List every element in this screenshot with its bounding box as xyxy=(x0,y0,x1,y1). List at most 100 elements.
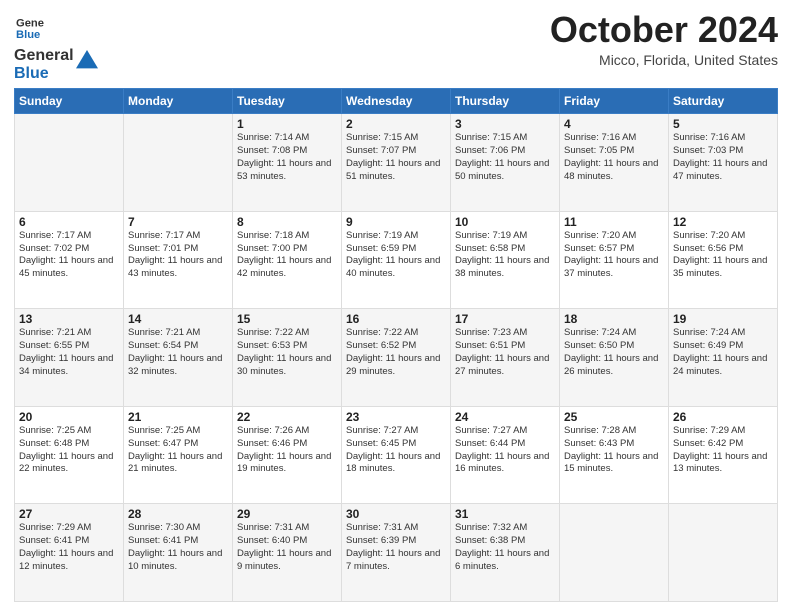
calendar-cell: 23Sunrise: 7:27 AMSunset: 6:45 PMDayligh… xyxy=(342,406,451,504)
weekday-header-sunday: Sunday xyxy=(15,89,124,114)
calendar-header-row: SundayMondayTuesdayWednesdayThursdayFrid… xyxy=(15,89,778,114)
svg-text:General: General xyxy=(16,18,44,30)
day-info: Sunrise: 7:32 AMSunset: 6:38 PMDaylight:… xyxy=(455,522,555,573)
calendar-cell: 12Sunrise: 7:20 AMSunset: 6:56 PMDayligh… xyxy=(669,211,778,309)
calendar-cell: 20Sunrise: 7:25 AMSunset: 6:48 PMDayligh… xyxy=(15,406,124,504)
day-info: Sunrise: 7:20 AMSunset: 6:56 PMDaylight:… xyxy=(673,230,773,281)
day-info: Sunrise: 7:15 AMSunset: 7:06 PMDaylight:… xyxy=(455,132,555,183)
logo-general: General xyxy=(14,47,74,65)
day-number: 7 xyxy=(128,215,228,229)
weekday-header-tuesday: Tuesday xyxy=(233,89,342,114)
day-number: 9 xyxy=(346,215,446,229)
day-number: 26 xyxy=(673,410,773,424)
calendar-cell: 21Sunrise: 7:25 AMSunset: 6:47 PMDayligh… xyxy=(124,406,233,504)
calendar-cell xyxy=(560,504,669,602)
day-info: Sunrise: 7:17 AMSunset: 7:02 PMDaylight:… xyxy=(19,230,119,281)
day-info: Sunrise: 7:16 AMSunset: 7:05 PMDaylight:… xyxy=(564,132,664,183)
calendar-cell: 9Sunrise: 7:19 AMSunset: 6:59 PMDaylight… xyxy=(342,211,451,309)
day-number: 30 xyxy=(346,507,446,521)
day-number: 4 xyxy=(564,117,664,131)
calendar-cell: 6Sunrise: 7:17 AMSunset: 7:02 PMDaylight… xyxy=(15,211,124,309)
calendar-table: SundayMondayTuesdayWednesdayThursdayFrid… xyxy=(14,88,778,602)
calendar-cell xyxy=(15,114,124,212)
calendar-cell: 10Sunrise: 7:19 AMSunset: 6:58 PMDayligh… xyxy=(451,211,560,309)
day-number: 31 xyxy=(455,507,555,521)
day-info: Sunrise: 7:19 AMSunset: 6:59 PMDaylight:… xyxy=(346,230,446,281)
weekday-header-saturday: Saturday xyxy=(669,89,778,114)
day-number: 16 xyxy=(346,312,446,326)
day-number: 22 xyxy=(237,410,337,424)
calendar-cell: 1Sunrise: 7:14 AMSunset: 7:08 PMDaylight… xyxy=(233,114,342,212)
day-info: Sunrise: 7:31 AMSunset: 6:39 PMDaylight:… xyxy=(346,522,446,573)
day-number: 14 xyxy=(128,312,228,326)
day-info: Sunrise: 7:31 AMSunset: 6:40 PMDaylight:… xyxy=(237,522,337,573)
weekday-header-friday: Friday xyxy=(560,89,669,114)
day-number: 13 xyxy=(19,312,119,326)
day-info: Sunrise: 7:26 AMSunset: 6:46 PMDaylight:… xyxy=(237,425,337,476)
day-info: Sunrise: 7:27 AMSunset: 6:45 PMDaylight:… xyxy=(346,425,446,476)
calendar-cell: 27Sunrise: 7:29 AMSunset: 6:41 PMDayligh… xyxy=(15,504,124,602)
day-number: 29 xyxy=(237,507,337,521)
calendar-cell xyxy=(669,504,778,602)
calendar-cell: 15Sunrise: 7:22 AMSunset: 6:53 PMDayligh… xyxy=(233,309,342,407)
calendar-week-row: 27Sunrise: 7:29 AMSunset: 6:41 PMDayligh… xyxy=(15,504,778,602)
calendar-cell: 16Sunrise: 7:22 AMSunset: 6:52 PMDayligh… xyxy=(342,309,451,407)
day-number: 11 xyxy=(564,215,664,229)
calendar-cell xyxy=(124,114,233,212)
day-number: 8 xyxy=(237,215,337,229)
day-number: 18 xyxy=(564,312,664,326)
day-number: 20 xyxy=(19,410,119,424)
day-info: Sunrise: 7:22 AMSunset: 6:52 PMDaylight:… xyxy=(346,327,446,378)
calendar-cell: 14Sunrise: 7:21 AMSunset: 6:54 PMDayligh… xyxy=(124,309,233,407)
day-info: Sunrise: 7:24 AMSunset: 6:50 PMDaylight:… xyxy=(564,327,664,378)
day-number: 2 xyxy=(346,117,446,131)
day-number: 24 xyxy=(455,410,555,424)
day-number: 3 xyxy=(455,117,555,131)
logo-icon: General Blue xyxy=(16,14,44,42)
day-info: Sunrise: 7:21 AMSunset: 6:55 PMDaylight:… xyxy=(19,327,119,378)
calendar-cell: 4Sunrise: 7:16 AMSunset: 7:05 PMDaylight… xyxy=(560,114,669,212)
day-number: 23 xyxy=(346,410,446,424)
calendar-cell: 3Sunrise: 7:15 AMSunset: 7:06 PMDaylight… xyxy=(451,114,560,212)
calendar-cell: 26Sunrise: 7:29 AMSunset: 6:42 PMDayligh… xyxy=(669,406,778,504)
title-block: October 2024 Micco, Florida, United Stat… xyxy=(550,10,778,68)
day-info: Sunrise: 7:22 AMSunset: 6:53 PMDaylight:… xyxy=(237,327,337,378)
day-info: Sunrise: 7:29 AMSunset: 6:42 PMDaylight:… xyxy=(673,425,773,476)
day-number: 5 xyxy=(673,117,773,131)
calendar-cell: 7Sunrise: 7:17 AMSunset: 7:01 PMDaylight… xyxy=(124,211,233,309)
svg-text:Blue: Blue xyxy=(16,29,40,41)
day-info: Sunrise: 7:18 AMSunset: 7:00 PMDaylight:… xyxy=(237,230,337,281)
day-number: 12 xyxy=(673,215,773,229)
day-info: Sunrise: 7:25 AMSunset: 6:48 PMDaylight:… xyxy=(19,425,119,476)
calendar-cell: 22Sunrise: 7:26 AMSunset: 6:46 PMDayligh… xyxy=(233,406,342,504)
month-title: October 2024 xyxy=(550,10,778,50)
day-info: Sunrise: 7:24 AMSunset: 6:49 PMDaylight:… xyxy=(673,327,773,378)
calendar-week-row: 13Sunrise: 7:21 AMSunset: 6:55 PMDayligh… xyxy=(15,309,778,407)
day-number: 27 xyxy=(19,507,119,521)
day-number: 25 xyxy=(564,410,664,424)
day-info: Sunrise: 7:27 AMSunset: 6:44 PMDaylight:… xyxy=(455,425,555,476)
calendar-cell: 11Sunrise: 7:20 AMSunset: 6:57 PMDayligh… xyxy=(560,211,669,309)
calendar-cell: 24Sunrise: 7:27 AMSunset: 6:44 PMDayligh… xyxy=(451,406,560,504)
day-info: Sunrise: 7:21 AMSunset: 6:54 PMDaylight:… xyxy=(128,327,228,378)
day-info: Sunrise: 7:20 AMSunset: 6:57 PMDaylight:… xyxy=(564,230,664,281)
day-number: 1 xyxy=(237,117,337,131)
weekday-header-wednesday: Wednesday xyxy=(342,89,451,114)
day-info: Sunrise: 7:23 AMSunset: 6:51 PMDaylight:… xyxy=(455,327,555,378)
calendar-week-row: 1Sunrise: 7:14 AMSunset: 7:08 PMDaylight… xyxy=(15,114,778,212)
logo-triangle-icon xyxy=(76,50,98,72)
logo-blue: Blue xyxy=(14,65,74,83)
day-number: 6 xyxy=(19,215,119,229)
header: General Blue General Blue October 2024 M… xyxy=(14,10,778,82)
calendar-cell: 19Sunrise: 7:24 AMSunset: 6:49 PMDayligh… xyxy=(669,309,778,407)
day-number: 15 xyxy=(237,312,337,326)
calendar-cell: 29Sunrise: 7:31 AMSunset: 6:40 PMDayligh… xyxy=(233,504,342,602)
day-info: Sunrise: 7:28 AMSunset: 6:43 PMDaylight:… xyxy=(564,425,664,476)
calendar-week-row: 20Sunrise: 7:25 AMSunset: 6:48 PMDayligh… xyxy=(15,406,778,504)
calendar-cell: 25Sunrise: 7:28 AMSunset: 6:43 PMDayligh… xyxy=(560,406,669,504)
day-number: 21 xyxy=(128,410,228,424)
calendar-cell: 30Sunrise: 7:31 AMSunset: 6:39 PMDayligh… xyxy=(342,504,451,602)
day-info: Sunrise: 7:19 AMSunset: 6:58 PMDaylight:… xyxy=(455,230,555,281)
day-info: Sunrise: 7:17 AMSunset: 7:01 PMDaylight:… xyxy=(128,230,228,281)
day-number: 19 xyxy=(673,312,773,326)
